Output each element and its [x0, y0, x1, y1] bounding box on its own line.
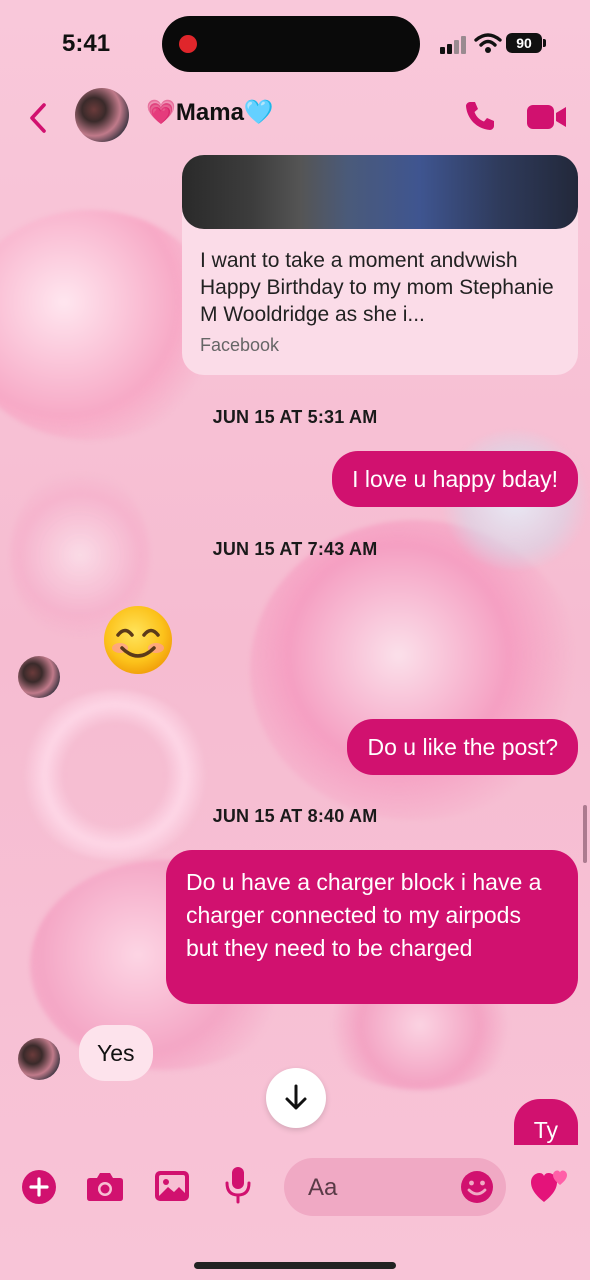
cellular-signal-icon	[440, 36, 470, 54]
contact-name[interactable]: 💗Mama🩵	[146, 98, 274, 127]
wifi-icon	[474, 33, 502, 53]
outgoing-message[interactable]: I love u happy bday!	[332, 451, 578, 507]
smiling-face-emoji-icon[interactable]	[102, 604, 174, 676]
contact-avatar[interactable]	[18, 656, 60, 698]
microphone-icon[interactable]	[224, 1166, 252, 1204]
recording-indicator-icon	[179, 35, 197, 53]
camera-icon[interactable]	[86, 1170, 124, 1202]
outgoing-message[interactable]: Do u like the post?	[347, 719, 578, 775]
link-preview-card[interactable]: I want to take a moment andvwish Happy B…	[182, 155, 578, 375]
arrow-down-icon	[285, 1084, 307, 1110]
link-preview-text: I want to take a moment andvwish Happy B…	[200, 249, 554, 326]
link-preview-source: Facebook	[200, 335, 280, 355]
message-input-placeholder: Aa	[308, 1174, 338, 1201]
video-call-icon[interactable]	[526, 102, 568, 132]
contact-avatar[interactable]	[18, 1038, 60, 1080]
scroll-to-bottom-button[interactable]	[266, 1068, 326, 1128]
conversation-header: 💗Mama🩵	[0, 88, 590, 152]
message-input[interactable]: Aa	[284, 1158, 506, 1216]
battery-nub	[543, 39, 546, 47]
scrollbar[interactable]	[583, 805, 587, 863]
photo-gallery-icon[interactable]	[154, 1170, 190, 1202]
battery-icon: 90	[506, 33, 542, 53]
status-bar: 5:41 90	[0, 0, 590, 88]
message-composer: Aa	[0, 1150, 590, 1230]
phone-call-icon[interactable]	[462, 98, 498, 134]
emoji-picker-icon[interactable]	[460, 1170, 494, 1204]
link-preview-thumbnail	[182, 155, 578, 229]
message-timestamp: JUN 15 AT 5:31 AM	[212, 407, 378, 427]
outgoing-message[interactable]: Do u have a charger block i have a charg…	[166, 850, 578, 1004]
message-timestamp: JUN 15 AT 8:40 AM	[212, 806, 378, 826]
message-timestamp: JUN 15 AT 7:43 AM	[212, 539, 378, 559]
status-time: 5:41	[62, 30, 111, 57]
contact-avatar[interactable]	[75, 88, 129, 142]
dynamic-island	[162, 16, 420, 72]
home-indicator	[194, 1262, 396, 1269]
back-chevron-icon[interactable]	[24, 100, 54, 136]
heart-reaction-icon[interactable]	[530, 1168, 570, 1206]
plus-icon[interactable]	[22, 1170, 56, 1204]
incoming-message[interactable]: Yes	[79, 1025, 153, 1081]
outgoing-message[interactable]: Ty	[513, 1099, 578, 1145]
